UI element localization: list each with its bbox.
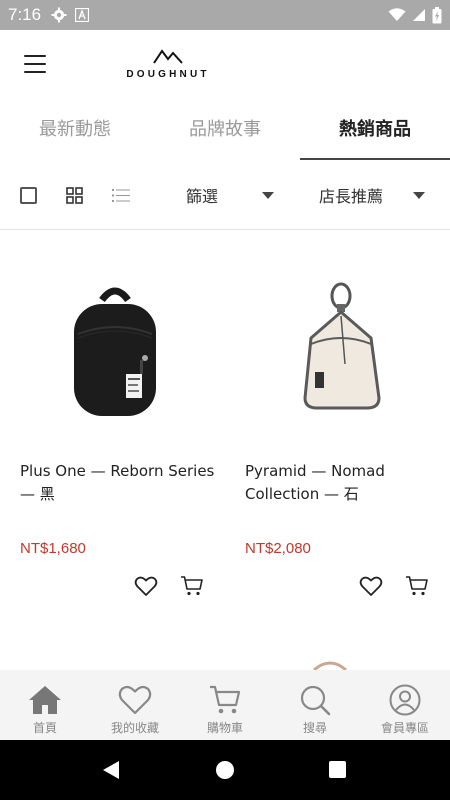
product-card[interactable]: Pyramid — Nomad Collection — 石 NT$2,080 xyxy=(225,230,450,610)
sort-dropdown[interactable]: 店長推薦 xyxy=(319,182,425,208)
system-navigation-bar xyxy=(0,740,450,800)
backpack-black-image[interactable] xyxy=(20,260,210,430)
filter-caret-down-icon xyxy=(262,192,274,199)
heart-icon xyxy=(118,685,152,715)
a-notification-icon xyxy=(75,8,90,22)
battery-icon xyxy=(432,6,442,23)
nav-member[interactable]: 會員專區 xyxy=(360,670,450,740)
settings-gear-icon xyxy=(51,7,67,23)
next-product-image-partial[interactable] xyxy=(300,640,380,670)
status-time: 7:16 xyxy=(8,5,42,24)
tab-best-sellers[interactable]: 熱銷商品 xyxy=(300,102,450,160)
recent-apps-square-icon[interactable] xyxy=(329,761,346,778)
tab-brand-story[interactable]: 品牌故事 xyxy=(150,102,300,160)
mountain-logo-icon xyxy=(153,49,183,64)
nav-cart-label: 購物車 xyxy=(206,721,243,735)
shopping-cart-icon xyxy=(210,685,241,714)
product-name[interactable]: Pyramid — Nomad Collection — 石 xyxy=(245,460,445,506)
back-triangle-icon[interactable] xyxy=(102,760,120,780)
product-name[interactable]: Plus One — Reborn Series — 黑 xyxy=(20,460,220,506)
category-tabs: 最新動態 品牌故事 熱銷商品 xyxy=(0,102,450,160)
wifi-icon xyxy=(388,8,406,21)
nav-cart[interactable]: 購物車 xyxy=(180,670,270,740)
favorite-heart-icon[interactable] xyxy=(359,575,383,597)
add-to-cart-icon[interactable] xyxy=(405,575,429,597)
cell-signal-icon xyxy=(413,9,425,21)
filter-label: 篩選 xyxy=(186,187,219,206)
nav-favorites-label: 我的收藏 xyxy=(110,721,159,735)
product-price: NT$2,080 xyxy=(245,540,311,557)
list-toolbar: 篩選 店長推薦 xyxy=(0,170,450,220)
app-header: DOUGHNUT xyxy=(0,30,450,102)
home-circle-icon[interactable] xyxy=(216,761,234,779)
nav-favorites[interactable]: 我的收藏 xyxy=(90,670,180,740)
brand-logo[interactable]: DOUGHNUT xyxy=(118,48,218,80)
hamburger-menu-icon[interactable] xyxy=(24,55,46,73)
bottom-navigation: 首頁 我的收藏 購物車 搜尋 會員專區 xyxy=(0,670,450,740)
pyramid-bag-stone-image[interactable] xyxy=(245,260,435,430)
nav-home-label: 首頁 xyxy=(32,721,57,735)
home-icon xyxy=(29,686,61,714)
search-icon xyxy=(300,685,331,716)
favorite-heart-icon[interactable] xyxy=(134,575,158,597)
nav-home[interactable]: 首頁 xyxy=(0,670,90,740)
status-bar: 7:16 xyxy=(0,0,450,30)
tab-latest-news[interactable]: 最新動態 xyxy=(0,102,150,160)
list-view-icon[interactable] xyxy=(112,187,130,204)
nav-search[interactable]: 搜尋 xyxy=(270,670,360,740)
filter-dropdown[interactable]: 篩選 xyxy=(186,182,274,208)
nav-member-label: 會員專區 xyxy=(380,721,429,735)
select-all-checkbox[interactable] xyxy=(20,187,37,204)
product-price: NT$1,680 xyxy=(20,540,86,557)
sort-caret-down-icon xyxy=(413,192,425,199)
brand-name: DOUGHNUT xyxy=(126,69,210,80)
sort-label: 店長推薦 xyxy=(319,187,384,206)
user-account-icon xyxy=(389,684,421,716)
add-to-cart-icon[interactable] xyxy=(180,575,204,597)
nav-search-label: 搜尋 xyxy=(302,721,327,735)
grid-view-icon[interactable] xyxy=(66,187,83,204)
product-card[interactable]: Plus One — Reborn Series — 黑 NT$1,680 xyxy=(0,230,225,610)
